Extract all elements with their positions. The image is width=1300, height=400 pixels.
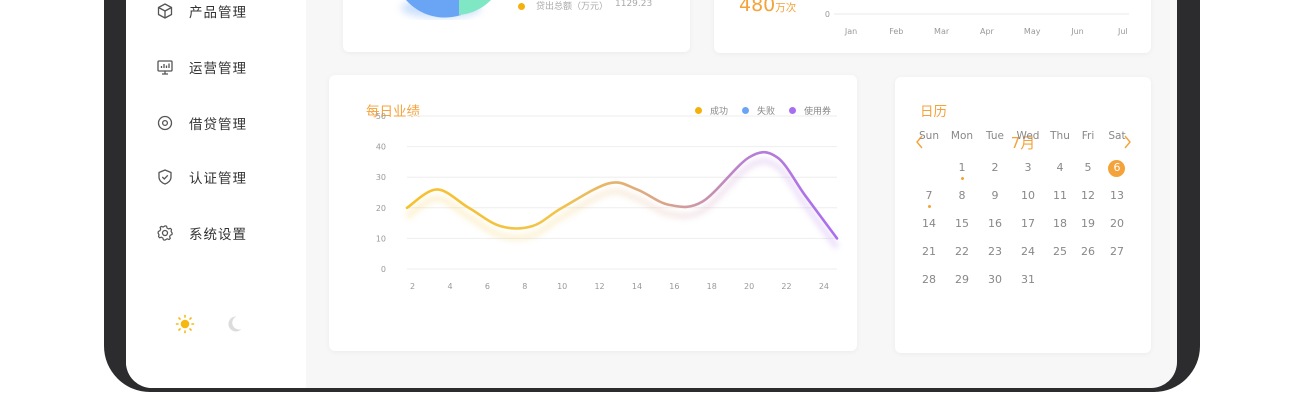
calendar-day[interactable]: 25 [1045, 243, 1075, 261]
calendar-day[interactable]: 4 [1045, 159, 1075, 177]
sidebar-item-label: 借贷管理 [189, 117, 247, 133]
calendar-day[interactable]: 1 [947, 159, 977, 177]
event-marker [960, 177, 964, 180]
weekday-label: Sun [919, 130, 939, 142]
calendar-day[interactable]: 10 [1013, 187, 1043, 205]
sidebar-item-label: 认证管理 [189, 171, 247, 187]
weekday-label: Mon [950, 130, 974, 142]
x-tick-label: 24 [819, 282, 829, 291]
weekday-label: Wed [1016, 130, 1040, 142]
calendar-day[interactable]: 12 [1073, 187, 1103, 205]
calendar-day[interactable]: 22 [947, 243, 977, 261]
y-tick-label: 0 [381, 265, 386, 274]
x-tick-label: 6 [485, 282, 490, 291]
sidebar-item-label: 运营管理 [189, 61, 247, 77]
sidebar-item-label: 系统设置 [189, 227, 247, 243]
calendar-day[interactable]: 26 [1073, 243, 1103, 261]
sidebar-item-label: 产品管理 [189, 5, 247, 21]
calendar-day[interactable]: 9 [980, 187, 1010, 205]
y-tick-label: 40 [376, 143, 386, 152]
y-tick-label: 50 [376, 112, 386, 121]
calendar-day[interactable]: 14 [914, 215, 944, 233]
calendar-day[interactable]: 17 [1013, 215, 1043, 233]
sidebar-item-operations[interactable]: 运营管理 [156, 55, 247, 79]
x-tick-label: Feb [889, 27, 903, 36]
calendar-day[interactable]: 18 [1045, 215, 1075, 233]
calendar-day[interactable]: 11 [1045, 187, 1075, 205]
weekday-label: Thu [1050, 130, 1070, 142]
event-marker [927, 205, 931, 208]
calendar-day[interactable]: 16 [980, 215, 1010, 233]
sun-icon[interactable] [174, 313, 196, 335]
x-tick-label: May [1024, 27, 1041, 36]
sidebar: 产品管理 运营管理 借贷管理 认证管理 系统设置 [126, 0, 306, 388]
calendar-day[interactable]: 15 [947, 215, 977, 233]
pie-legend-label: 贷出总额（万元） [536, 2, 609, 12]
x-tick-label: Jun [1070, 27, 1084, 36]
calendar-day[interactable]: 19 [1073, 215, 1103, 233]
cube-icon [157, 3, 173, 19]
app-screen: 产品管理 运营管理 借贷管理 认证管理 系统设置 贷出总额（万元） 1129.2… [126, 0, 1177, 388]
sidebar-item-auth[interactable]: 认证管理 [156, 165, 247, 189]
x-tick-label: Jan [844, 27, 857, 36]
pie-chart [401, 0, 491, 18]
calendar-card: 日历 7月 Sun Mon Tue Wed Thu Fri Sat 1 2 3 4 5 6 7 8 9 10 11… [895, 77, 1151, 353]
y-tick-label: 10 [376, 234, 386, 243]
sidebar-item-settings[interactable]: 系统设置 [156, 221, 247, 245]
x-tick-label: 12 [594, 282, 604, 291]
x-tick-label: 10 [557, 282, 567, 291]
x-tick-label: 18 [707, 282, 717, 291]
x-tick-label: Apr [980, 27, 995, 36]
x-tick-label: Jul [1117, 27, 1128, 36]
x-tick-label: Mar [934, 27, 950, 36]
daily-line-chart: 010203040502 4 6 8 10 12 14 16 18 20 22 24 [376, 112, 840, 291]
gear-icon [157, 225, 173, 241]
calendar-day[interactable]: 20 [1102, 215, 1132, 233]
calendar-day[interactable]: 28 [914, 271, 944, 289]
x-tick-label: 14 [632, 282, 642, 291]
weekday-label: Sat [1108, 130, 1126, 142]
calendar-day[interactable]: 24 [1013, 243, 1043, 261]
calendar-day[interactable]: 7 [914, 187, 944, 205]
mini-line-chart: 0 Jan Feb Mar Apr May Jun Jul [825, 10, 1129, 36]
calendar-day[interactable]: 3 [1013, 159, 1043, 177]
calendar-day[interactable]: 31 [1013, 271, 1043, 289]
sidebar-item-product[interactable]: 产品管理 [156, 0, 247, 23]
moon-icon[interactable] [223, 313, 245, 335]
target-icon [157, 115, 173, 131]
y-tick-label: 20 [376, 204, 386, 213]
shield-check-icon [158, 169, 172, 185]
y-tick-label: 0 [825, 10, 830, 19]
calendar-day[interactable]: 5 [1073, 159, 1103, 177]
weekday-label: Tue [986, 130, 1004, 142]
x-tick-label: 16 [669, 282, 679, 291]
x-tick-label: 4 [447, 282, 452, 291]
calendar-day[interactable]: 21 [914, 243, 944, 261]
calendar-day[interactable]: 29 [947, 271, 977, 289]
calendar-day[interactable]: 13 [1102, 187, 1132, 205]
calendar-day[interactable]: 30 [980, 271, 1010, 289]
x-tick-label: 20 [744, 282, 754, 291]
x-tick-label: 2 [410, 282, 415, 291]
x-tick-label: 22 [781, 282, 791, 291]
monitor-chart-icon [157, 60, 173, 75]
card-title: 日历 [920, 104, 947, 120]
calendar-day[interactable]: 23 [980, 243, 1010, 261]
y-tick-label: 30 [376, 173, 386, 182]
calendar-day[interactable]: 8 [947, 187, 977, 205]
x-tick-label: 8 [522, 282, 527, 291]
series-line-shadow [405, 158, 840, 250]
pie-legend-value: 1129.23 [615, 0, 653, 9]
calendar-day[interactable]: 2 [980, 159, 1010, 177]
daily-performance-card: 每日业绩 成功 失败 使用券 0 10 20 30 40 50 2 4 6 8 … [329, 75, 857, 351]
stats-card: 480 万次 0 Jan Feb Mar Apr May Jun Jul [714, 0, 1151, 53]
weekday-label: Fri [1081, 130, 1095, 142]
pie-card: 贷出总额（万元） 1129.23 [343, 0, 690, 52]
legend-dot [518, 3, 525, 10]
calendar-day-today[interactable]: 6 [1102, 159, 1132, 177]
calendar-day[interactable]: 27 [1102, 243, 1132, 261]
sidebar-item-loans[interactable]: 借贷管理 [156, 111, 247, 135]
